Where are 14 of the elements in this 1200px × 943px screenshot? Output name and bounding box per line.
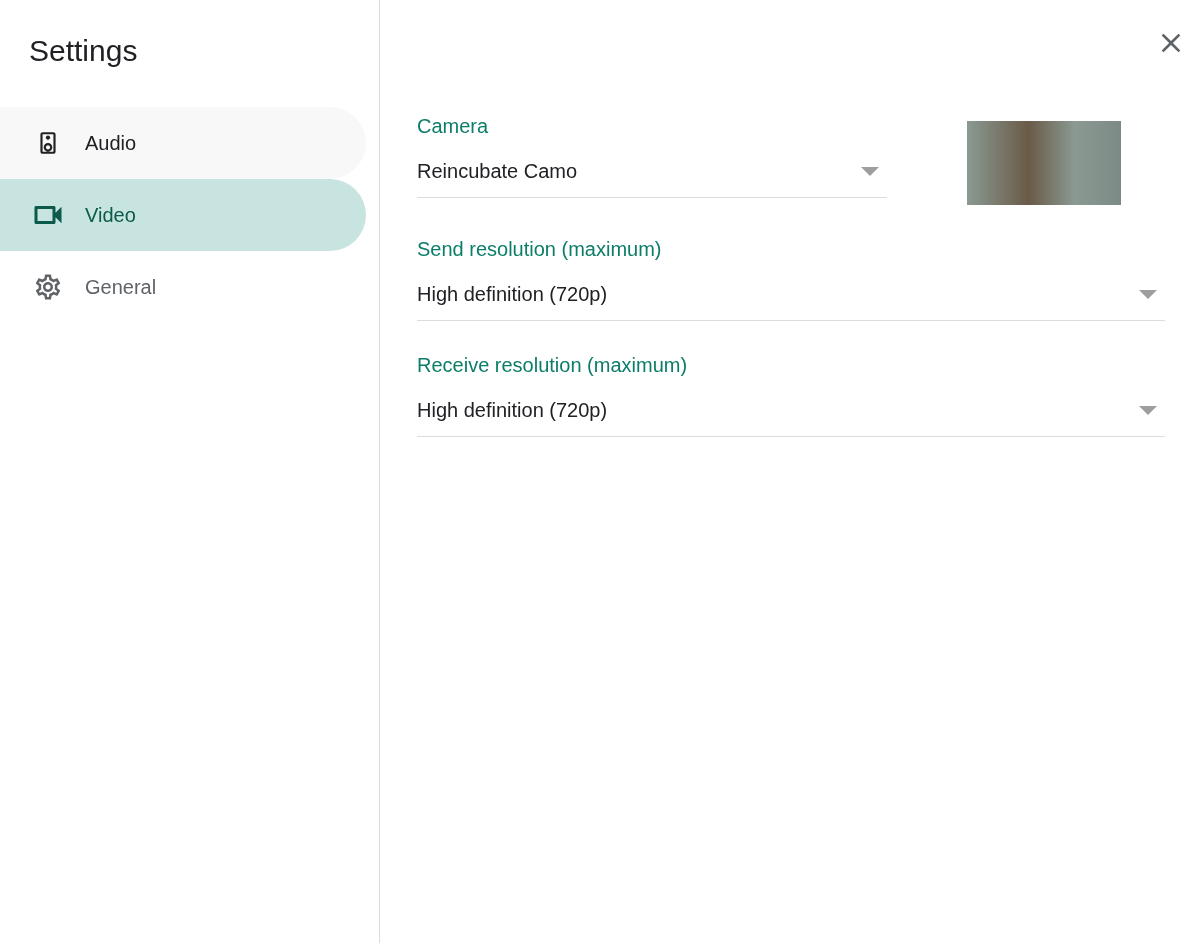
field-label: Camera	[417, 114, 490, 139]
sidebar-item[interactable]: Audio	[0, 107, 366, 179]
field-label: Receive resolution (maximum)	[417, 353, 689, 378]
caret-icon	[861, 167, 879, 176]
dropdown[interactable]: High definition (720p)	[417, 391, 1165, 437]
settings-icon	[33, 272, 63, 302]
settings-title: Settings	[29, 33, 139, 69]
field-label: Send resolution (maximum)	[417, 237, 663, 262]
sidebar-item[interactable]: Video	[0, 179, 366, 251]
sidebar-item[interactable]: General	[0, 251, 366, 323]
dropdown[interactable]: Reincubate Camo	[417, 152, 887, 198]
caret-icon	[1139, 406, 1157, 415]
dropdown[interactable]: High definition (720p)	[417, 275, 1165, 321]
caret-icon	[1139, 290, 1157, 299]
